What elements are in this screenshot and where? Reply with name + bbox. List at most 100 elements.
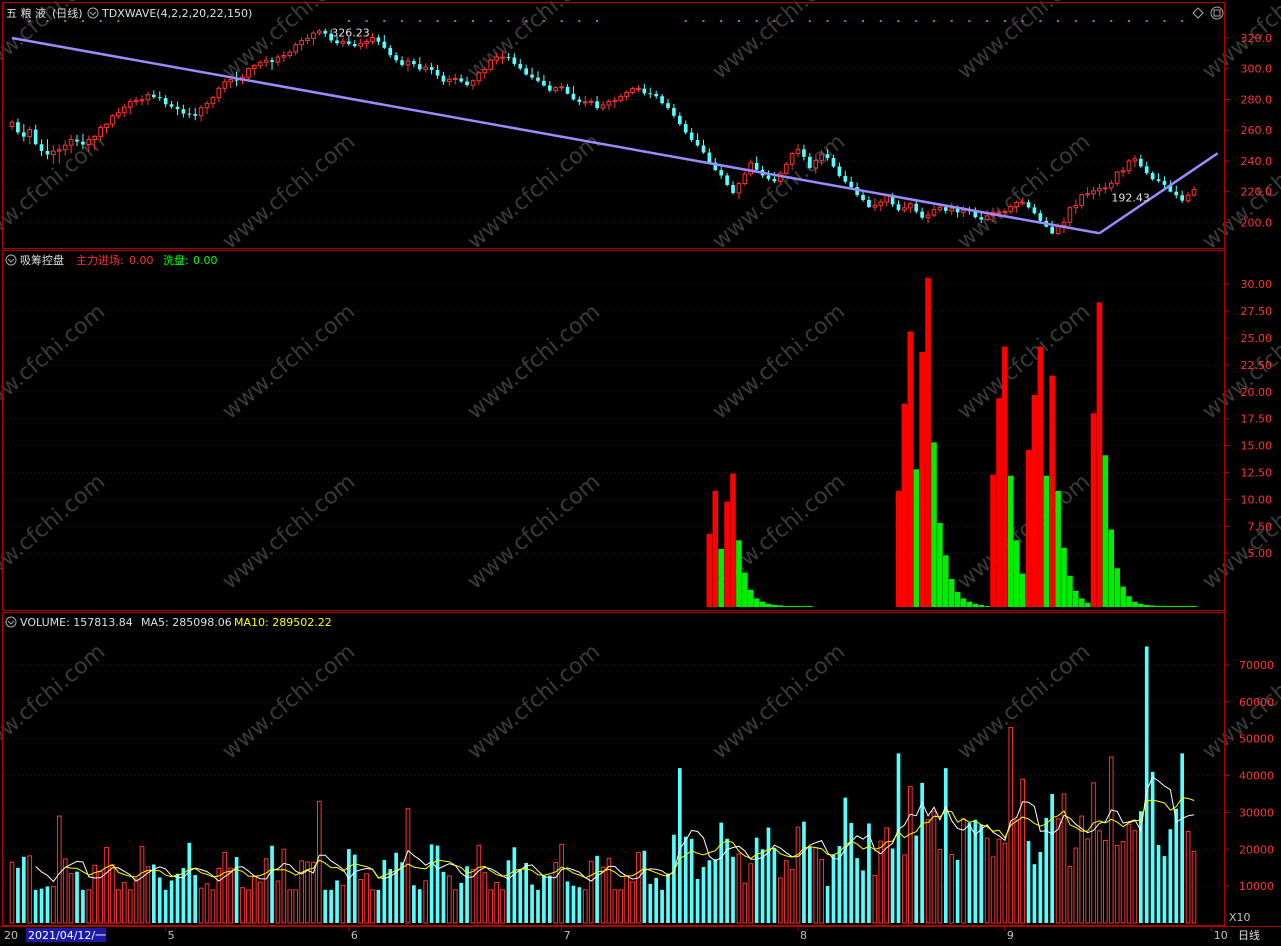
candle-body[interactable] bbox=[902, 207, 907, 211]
candle-body[interactable] bbox=[263, 59, 269, 63]
candle-body[interactable] bbox=[931, 209, 937, 216]
candle-body[interactable] bbox=[157, 97, 162, 99]
candle-body[interactable] bbox=[257, 61, 263, 67]
candle-body[interactable] bbox=[92, 135, 98, 140]
candle-body[interactable] bbox=[707, 152, 712, 163]
candle-body[interactable] bbox=[808, 156, 812, 168]
candle-body[interactable] bbox=[68, 139, 74, 146]
candle-body[interactable] bbox=[636, 88, 641, 91]
candle-body[interactable] bbox=[447, 78, 452, 83]
candle-body[interactable] bbox=[577, 99, 582, 102]
candle-body[interactable] bbox=[843, 175, 848, 182]
candle-body[interactable] bbox=[251, 65, 257, 70]
candle-body[interactable] bbox=[45, 150, 50, 155]
candle-body[interactable] bbox=[766, 175, 771, 179]
candle-body[interactable] bbox=[347, 41, 351, 44]
candle-body[interactable] bbox=[920, 211, 924, 218]
candle-body[interactable] bbox=[559, 86, 564, 89]
candle-body[interactable] bbox=[405, 60, 411, 66]
candle-body[interactable] bbox=[1162, 180, 1167, 185]
candle-body[interactable] bbox=[364, 41, 369, 44]
candle-body[interactable] bbox=[204, 103, 210, 109]
candle-body[interactable] bbox=[979, 217, 984, 220]
candle-body[interactable] bbox=[725, 175, 729, 185]
candle-body[interactable] bbox=[695, 139, 700, 146]
candle-body[interactable] bbox=[358, 42, 364, 47]
candle-body[interactable] bbox=[340, 40, 346, 44]
candle-body[interactable] bbox=[1126, 160, 1132, 172]
candle-body[interactable] bbox=[169, 104, 174, 107]
candle-body[interactable] bbox=[1156, 179, 1161, 181]
candle-body[interactable] bbox=[872, 204, 878, 208]
candle-body[interactable] bbox=[127, 101, 133, 108]
candle-body[interactable] bbox=[984, 215, 990, 221]
candle-body[interactable] bbox=[81, 141, 85, 145]
candle-body[interactable] bbox=[612, 99, 618, 102]
candle-body[interactable] bbox=[600, 104, 606, 109]
candle-body[interactable] bbox=[606, 100, 612, 106]
candle-body[interactable] bbox=[907, 203, 913, 209]
candle-body[interactable] bbox=[27, 129, 33, 138]
candle-body[interactable] bbox=[666, 103, 670, 108]
candle-body[interactable] bbox=[1185, 194, 1191, 202]
candle-body[interactable] bbox=[193, 114, 198, 116]
candle-body[interactable] bbox=[943, 207, 948, 211]
candle-body[interactable] bbox=[1174, 191, 1179, 196]
candle-body[interactable] bbox=[1097, 187, 1102, 192]
candle-body[interactable] bbox=[837, 166, 842, 176]
candle-body[interactable] bbox=[163, 98, 168, 105]
candle-body[interactable] bbox=[884, 195, 890, 203]
candle-body[interactable] bbox=[1191, 189, 1197, 196]
candle-body[interactable] bbox=[1008, 206, 1014, 212]
candle-body[interactable] bbox=[181, 109, 186, 114]
candle-body[interactable] bbox=[488, 59, 494, 70]
candle-body[interactable] bbox=[316, 30, 322, 34]
candle-body[interactable] bbox=[33, 129, 38, 145]
candle-body[interactable] bbox=[435, 69, 440, 76]
candle-body[interactable] bbox=[476, 72, 482, 82]
candle-body[interactable] bbox=[376, 37, 381, 42]
candle-body[interactable] bbox=[677, 115, 682, 125]
candle-body[interactable] bbox=[370, 37, 375, 43]
candle-body[interactable] bbox=[536, 77, 540, 81]
candle-body[interactable] bbox=[116, 112, 121, 117]
candle-body[interactable] bbox=[1079, 194, 1085, 206]
candle-body[interactable] bbox=[937, 206, 943, 211]
candle-body[interactable] bbox=[287, 51, 293, 57]
candle-body[interactable] bbox=[352, 43, 357, 47]
candle-body[interactable] bbox=[441, 75, 446, 82]
candle-body[interactable] bbox=[524, 68, 529, 75]
candle-body[interactable] bbox=[849, 181, 854, 188]
candle-body[interactable] bbox=[429, 67, 434, 70]
candle-body[interactable] bbox=[1050, 226, 1054, 234]
candle-body[interactable] bbox=[1002, 210, 1008, 213]
candle-body[interactable] bbox=[470, 80, 476, 86]
candle-body[interactable] bbox=[1114, 171, 1120, 184]
candle-body[interactable] bbox=[542, 80, 546, 86]
candle-body[interactable] bbox=[412, 61, 416, 65]
candle-body[interactable] bbox=[216, 87, 222, 98]
candle-body[interactable] bbox=[133, 99, 139, 103]
candle-body[interactable] bbox=[1073, 204, 1079, 209]
candle-body[interactable] bbox=[701, 145, 706, 153]
candle-body[interactable] bbox=[152, 94, 156, 98]
candle-body[interactable] bbox=[861, 194, 865, 201]
candle-body[interactable] bbox=[1032, 207, 1037, 214]
candle-body[interactable] bbox=[1180, 195, 1185, 201]
candle-body[interactable] bbox=[825, 154, 830, 158]
candle-body[interactable] bbox=[335, 40, 339, 44]
candle-body[interactable] bbox=[547, 85, 552, 91]
candle-body[interactable] bbox=[417, 64, 422, 70]
candle-body[interactable] bbox=[299, 40, 304, 46]
candle-body[interactable] bbox=[795, 148, 801, 154]
candle-body[interactable] bbox=[145, 94, 151, 101]
candle-body[interactable] bbox=[831, 157, 836, 167]
candle-body[interactable] bbox=[275, 56, 281, 63]
period-button[interactable]: 日线 bbox=[1238, 928, 1260, 942]
candle-body[interactable] bbox=[62, 144, 68, 151]
candle-body[interactable] bbox=[175, 106, 180, 110]
candle-body[interactable] bbox=[98, 126, 103, 137]
candle-body[interactable] bbox=[925, 214, 931, 219]
candle-body[interactable] bbox=[86, 138, 92, 146]
candle-body[interactable] bbox=[506, 57, 511, 59]
